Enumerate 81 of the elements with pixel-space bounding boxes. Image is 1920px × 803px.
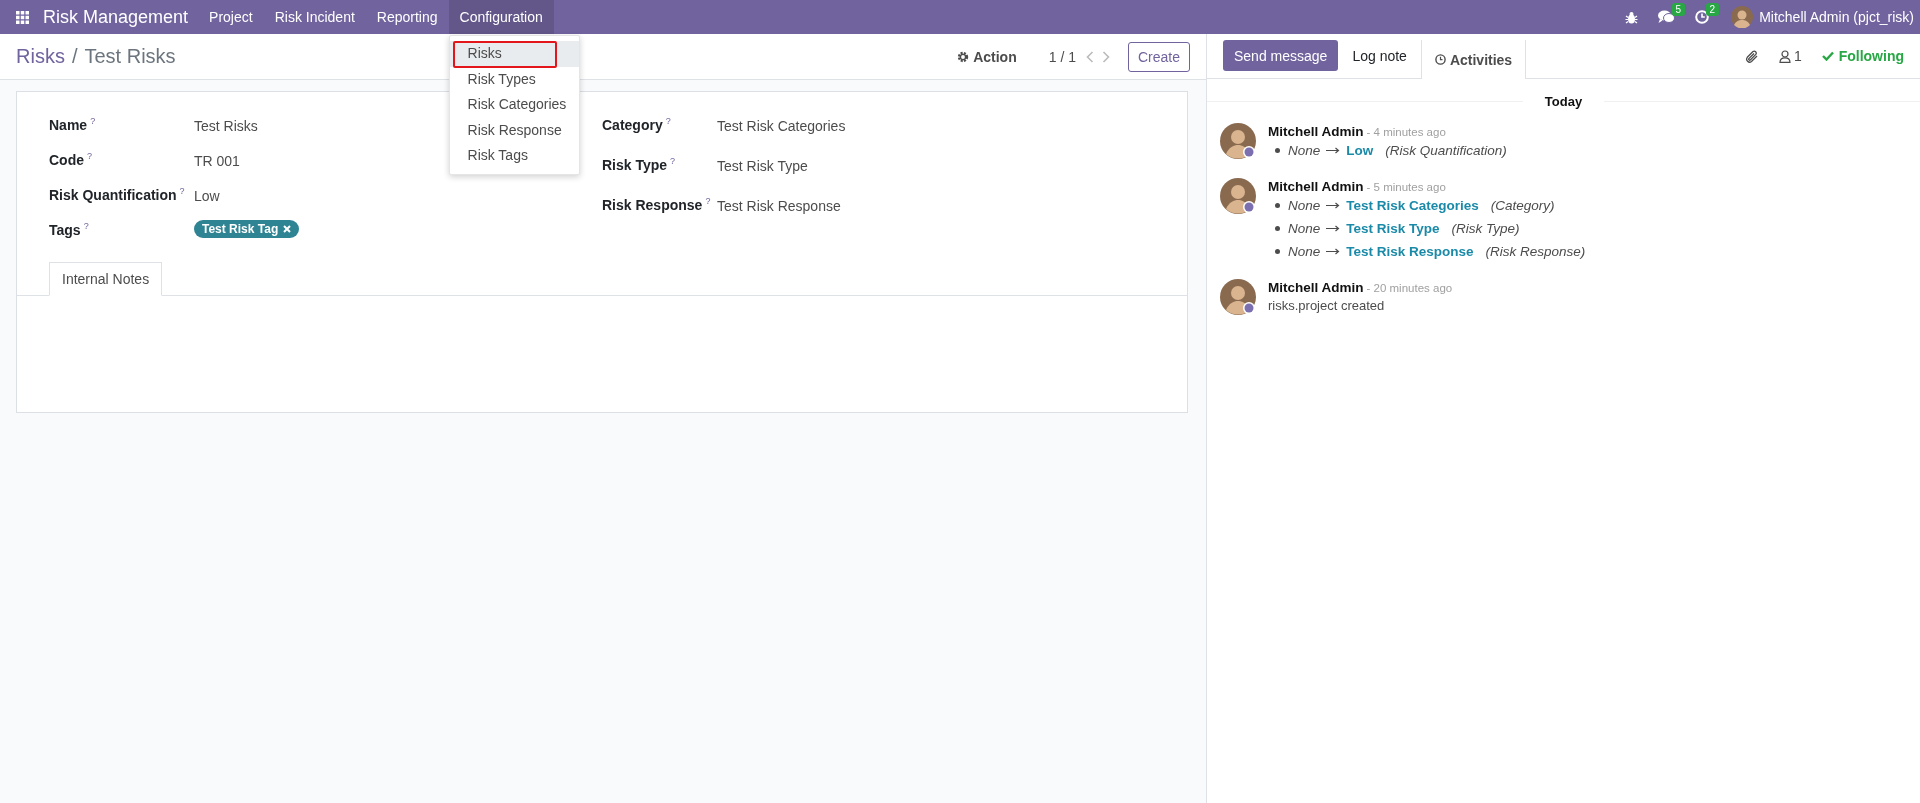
bullet-icon — [1275, 148, 1280, 153]
message-author: Mitchell Admin — [1268, 280, 1364, 295]
action-menu[interactable]: Action — [957, 48, 1017, 65]
field-value: TR 001 — [194, 152, 240, 169]
field-label: Name $^{?}$ — [49, 115, 97, 133]
field-name: (Risk Quantification) — [1385, 143, 1507, 158]
field-label: Code $^{?}$ — [49, 150, 93, 168]
field-label: Category $^{?}$ — [602, 115, 672, 133]
tag-label: Test Risk Tag — [202, 222, 279, 236]
arrow-icon — [1326, 225, 1341, 232]
bullet-icon — [1275, 226, 1280, 231]
dropdown-item[interactable]: Risks — [449, 41, 579, 67]
remove-icon[interactable] — [283, 225, 292, 233]
new-value[interactable]: Test Risk Categories — [1346, 198, 1479, 213]
field-name: (Risk Type) — [1451, 221, 1520, 236]
menu-item[interactable]: Reporting — [365, 0, 449, 34]
clock-icon — [1434, 54, 1446, 65]
arrow-icon — [1326, 202, 1341, 209]
message-body: risks.project created — [1268, 298, 1386, 313]
message-author: Mitchell Admin — [1268, 124, 1364, 139]
avatar-icon — [1220, 123, 1256, 159]
message-time: - 20 minutes ago — [1366, 282, 1453, 294]
old-value: None — [1288, 244, 1321, 259]
field-label: Risk Response $^{?}$ — [602, 195, 712, 213]
notebook-tab[interactable]: Internal Notes — [49, 262, 163, 296]
check-icon — [1821, 51, 1834, 61]
apps-grid-icon[interactable] — [16, 10, 29, 24]
field-label: Risk Type $^{?}$ — [602, 155, 677, 173]
field-name: (Category) — [1490, 198, 1555, 213]
dropdown-item[interactable]: Risk Categories — [449, 92, 579, 118]
person-icon — [1778, 49, 1791, 63]
arrow-icon — [1326, 248, 1341, 255]
avatar-icon — [1220, 178, 1256, 214]
breadcrumb-link[interactable]: Risks — [16, 45, 65, 68]
pager-value: 1 / 1 — [1048, 48, 1076, 65]
send-message-button[interactable]: Send message — [1223, 40, 1339, 71]
following-button[interactable]: Following — [1821, 48, 1904, 64]
field-value: Test Risk Response — [717, 197, 841, 214]
activities-button[interactable]: Activities — [1420, 40, 1527, 79]
log-note-button[interactable]: Log note — [1338, 34, 1421, 78]
clock-icon[interactable] — [1695, 10, 1710, 24]
field-value: Test Risk Type — [717, 157, 808, 174]
record-title: Test Risks — [84, 45, 176, 68]
new-value[interactable]: Low — [1346, 143, 1374, 158]
user-menu[interactable]: Mitchell Admin (pjct_risk) — [1719, 6, 1920, 28]
dropdown-item[interactable]: Risk Types — [449, 66, 579, 92]
date-separator: Today — [1544, 94, 1583, 109]
chat-icon[interactable] — [1658, 10, 1676, 24]
message-time: - 5 minutes ago — [1366, 181, 1446, 193]
message-author: Mitchell Admin — [1268, 179, 1364, 194]
field-label: Tags $^{?}$ — [49, 220, 90, 238]
field-value: Test Risk Categories — [717, 117, 846, 134]
dropdown-item[interactable]: Risk Tags — [449, 143, 579, 169]
create-button[interactable]: Create — [1127, 41, 1190, 72]
settings-icon — [957, 50, 970, 63]
old-value: None — [1288, 221, 1321, 236]
new-value[interactable]: Test Risk Response — [1346, 244, 1474, 259]
activity-count: 2 — [1705, 3, 1720, 16]
app-title[interactable]: Risk Management — [43, 6, 189, 28]
field-name: (Risk Response) — [1485, 244, 1586, 259]
new-value[interactable]: Test Risk Type — [1346, 221, 1440, 236]
field-value: Test Risks — [194, 117, 258, 134]
paperclip-icon[interactable] — [1744, 48, 1759, 64]
old-value: None — [1288, 143, 1321, 158]
bullet-icon — [1275, 203, 1280, 208]
tag-chip[interactable]: Test Risk Tag — [194, 220, 300, 238]
menu-item[interactable]: Risk Incident — [263, 0, 366, 34]
field-value: Low — [194, 187, 220, 204]
avatar-icon — [1220, 279, 1256, 315]
avatar-icon — [1731, 6, 1754, 28]
menu-item[interactable]: Project — [198, 0, 264, 34]
message-count: 5 — [1671, 3, 1686, 16]
old-value: None — [1288, 198, 1321, 213]
dropdown-item[interactable]: Risk Response — [449, 117, 579, 143]
bug-icon[interactable] — [1625, 10, 1639, 24]
bullet-icon — [1275, 249, 1280, 254]
breadcrumb-separator: / — [71, 45, 78, 68]
field-label: Risk Quantification $^{?}$ — [49, 185, 186, 203]
arrow-icon — [1326, 147, 1341, 154]
message-time: - 4 minutes ago — [1366, 126, 1446, 138]
followers-button[interactable]: 1 — [1778, 48, 1802, 64]
